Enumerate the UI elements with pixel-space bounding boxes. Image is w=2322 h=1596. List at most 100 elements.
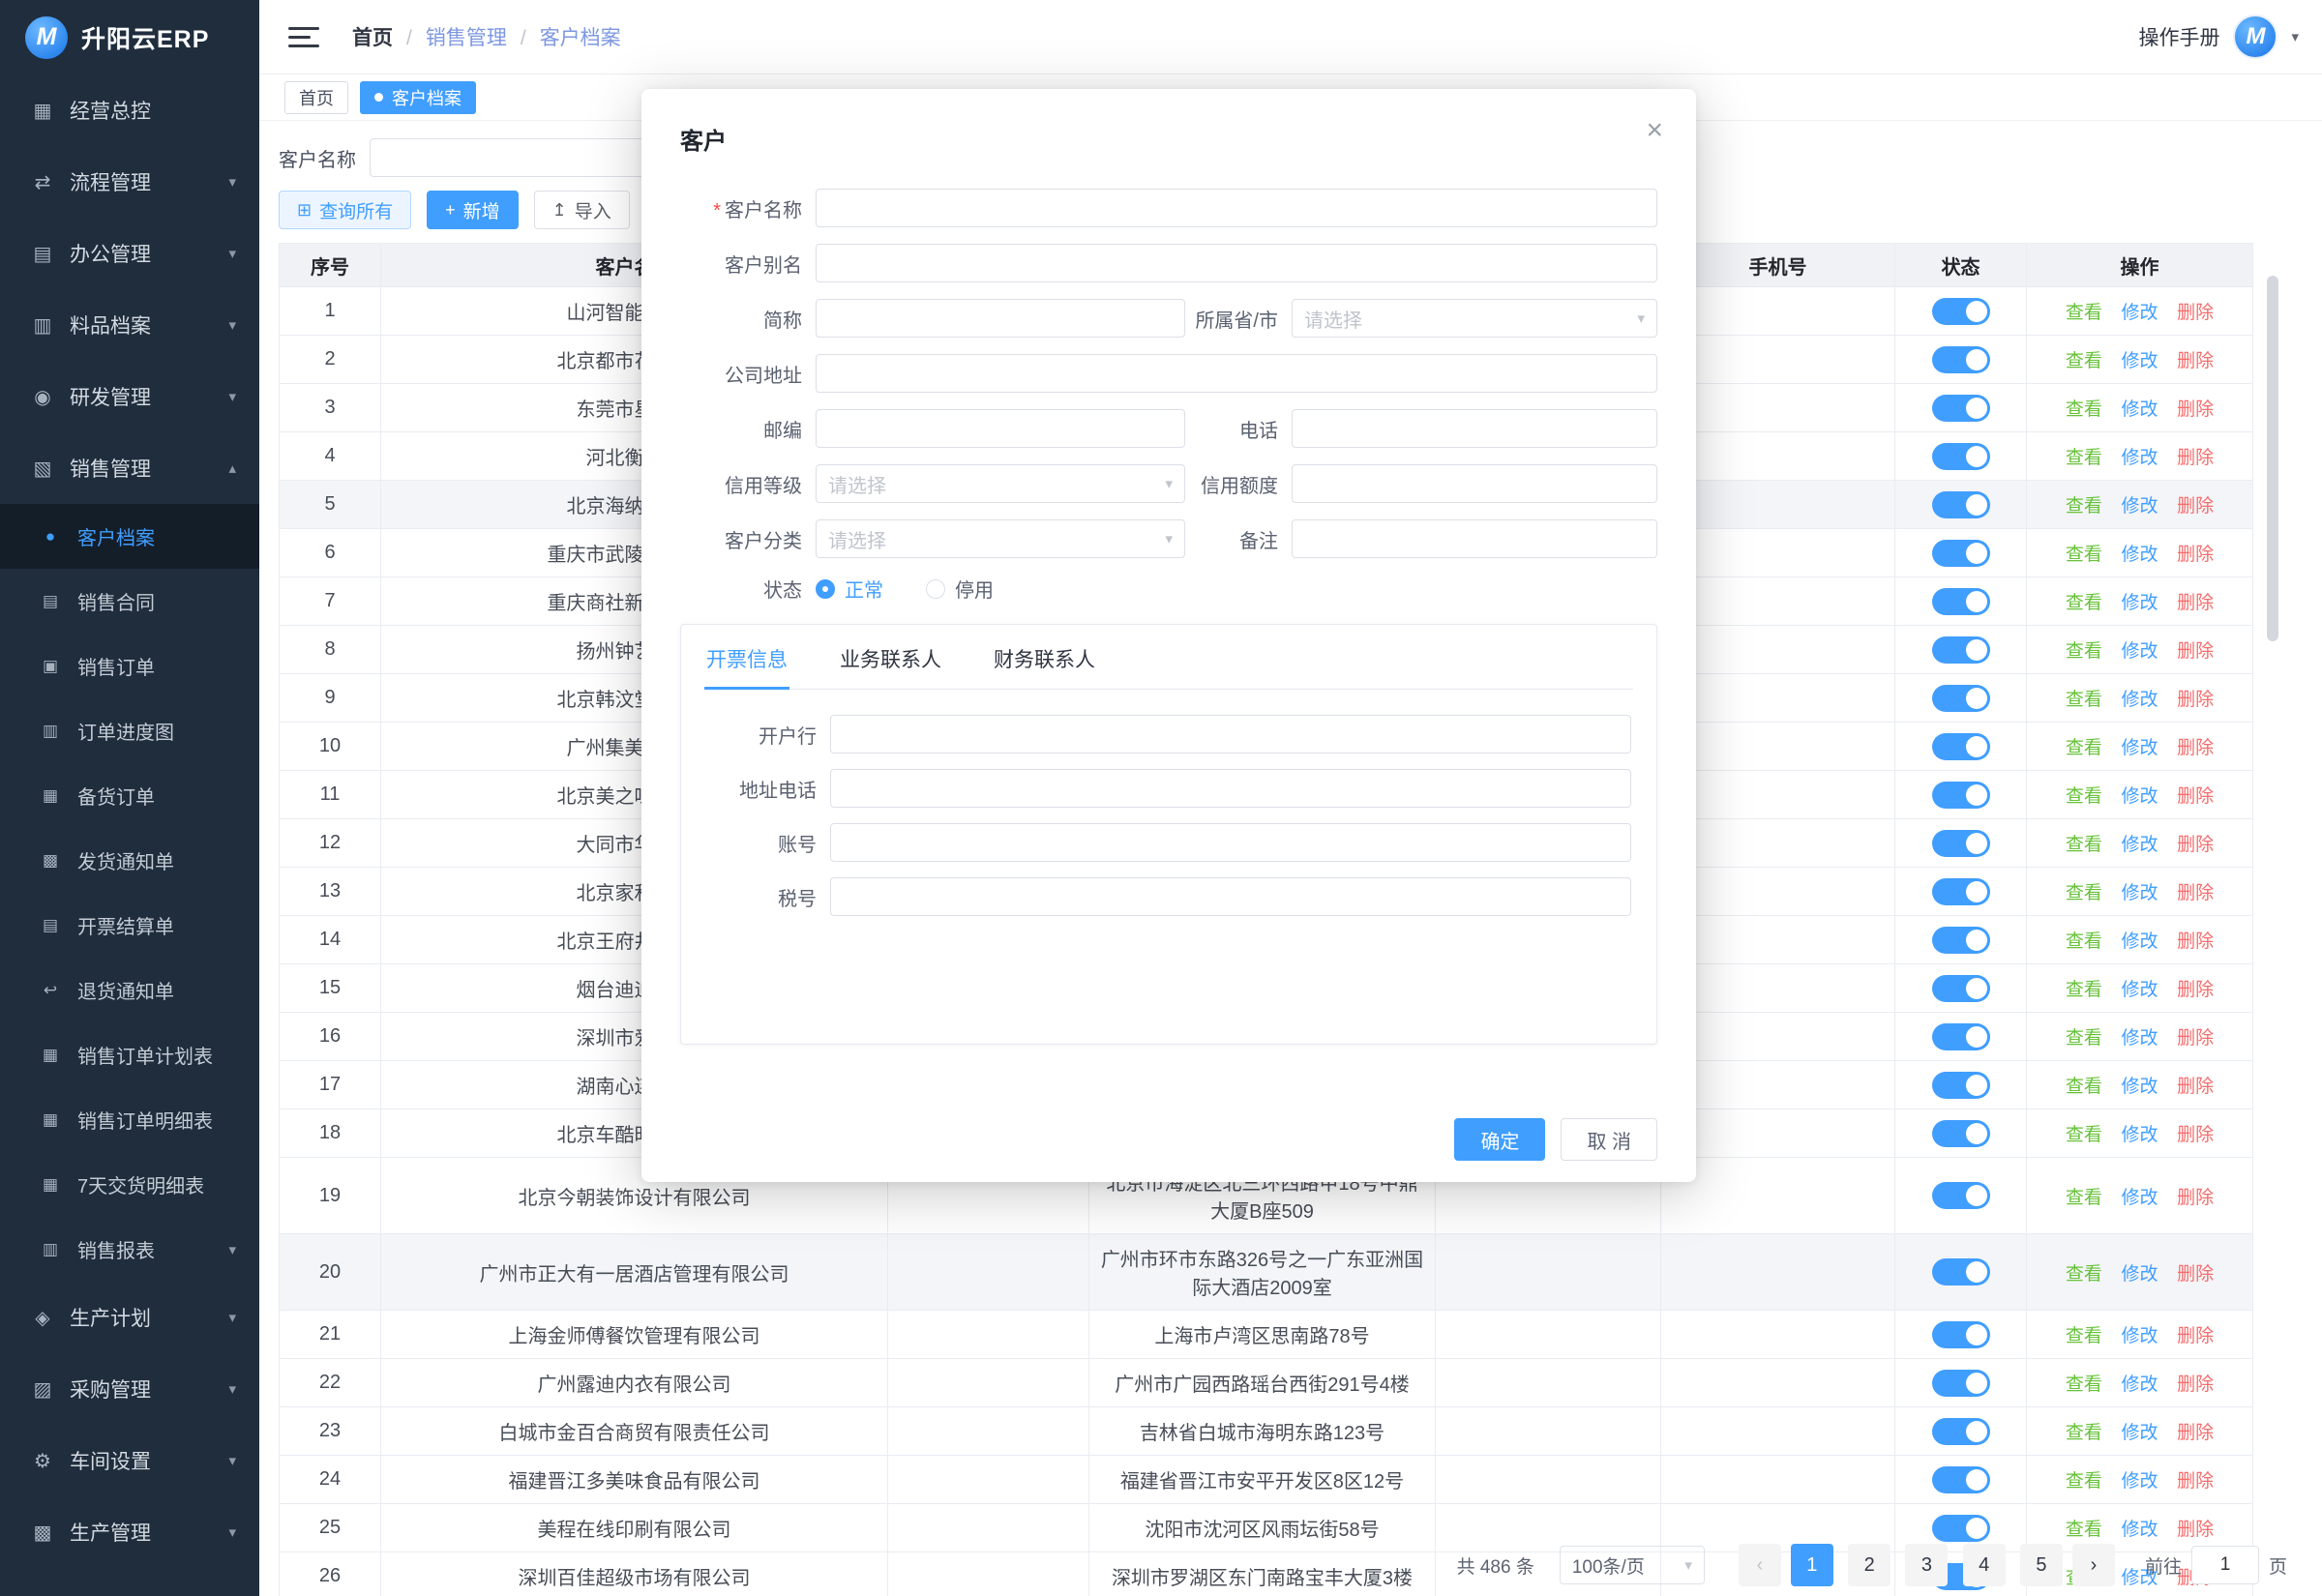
sidebar-item[interactable]: ◈ 生产计划 ▾ — [0, 1282, 259, 1353]
delete-link[interactable]: 删除 — [2177, 1520, 2214, 1540]
status-toggle[interactable] — [1932, 346, 1990, 373]
status-toggle[interactable] — [1932, 588, 1990, 615]
page-number-button[interactable]: 3 — [1905, 1544, 1948, 1586]
status-toggle[interactable] — [1932, 443, 1990, 470]
manual-link[interactable]: 操作手册 — [2138, 22, 2219, 51]
query-all-button[interactable]: ⊞ 查询所有 — [279, 191, 411, 229]
edit-link[interactable]: 修改 — [2121, 980, 2158, 1000]
delete-link[interactable]: 删除 — [2177, 1374, 2214, 1395]
status-toggle[interactable] — [1932, 1370, 1990, 1397]
status-toggle[interactable] — [1932, 830, 1990, 857]
delete-link[interactable]: 删除 — [2177, 1077, 2214, 1097]
view-link[interactable]: 查看 — [2066, 496, 2102, 517]
edit-link[interactable]: 修改 — [2121, 931, 2158, 952]
sidebar-item[interactable]: ▣ 销售订单 — [0, 634, 259, 698]
status-toggle[interactable] — [1932, 975, 1990, 1002]
breadcrumb-item[interactable]: 销售管理 — [393, 22, 507, 51]
view-link[interactable]: 查看 — [2066, 448, 2102, 468]
sidebar-item[interactable]: ▩ 生产管理 ▾ — [0, 1496, 259, 1568]
edit-link[interactable]: 修改 — [2121, 448, 2158, 468]
edit-link[interactable]: 修改 — [2121, 545, 2158, 565]
view-link[interactable]: 查看 — [2066, 1326, 2102, 1346]
page-number-button[interactable]: 5 — [2020, 1544, 2063, 1586]
delete-link[interactable]: 删除 — [2177, 1423, 2214, 1443]
sidebar-item[interactable]: ▤ 销售合同 — [0, 569, 259, 634]
status-toggle[interactable] — [1932, 733, 1990, 760]
edit-link[interactable]: 修改 — [2121, 496, 2158, 517]
sidebar-item[interactable]: ⇄ 流程管理 ▾ — [0, 146, 259, 218]
confirm-button[interactable]: 确定 — [1454, 1118, 1545, 1161]
delete-link[interactable]: 删除 — [2177, 593, 2214, 613]
invoice-field-input[interactable] — [830, 823, 1631, 862]
page-number-button[interactable]: 1 — [1791, 1544, 1833, 1586]
status-toggle[interactable] — [1932, 878, 1990, 905]
delete-link[interactable]: 删除 — [2177, 980, 2214, 1000]
status-toggle[interactable] — [1932, 1072, 1990, 1099]
sidebar-item[interactable]: ▦ — [0, 1568, 259, 1596]
status-toggle[interactable] — [1932, 636, 1990, 664]
delete-link[interactable]: 删除 — [2177, 303, 2214, 323]
view-link[interactable]: 查看 — [2066, 593, 2102, 613]
add-button[interactable]: + 新增 — [427, 191, 519, 229]
goto-page-input[interactable] — [2191, 1546, 2259, 1584]
delete-link[interactable]: 删除 — [2177, 786, 2214, 807]
prev-page-button[interactable]: ‹ — [1739, 1544, 1781, 1586]
table-scrollbar[interactable] — [2267, 276, 2278, 641]
delete-link[interactable]: 删除 — [2177, 883, 2214, 903]
breadcrumb-item[interactable]: 客户档案 — [507, 22, 621, 51]
status-toggle[interactable] — [1932, 1258, 1990, 1286]
edit-link[interactable]: 修改 — [2121, 593, 2158, 613]
sidebar-item[interactable]: ↩ 退货通知单 — [0, 958, 259, 1022]
phone-field[interactable] — [1292, 409, 1657, 448]
view-link[interactable]: 查看 — [2066, 835, 2102, 855]
credit-level-select[interactable]: 请选择 — [816, 464, 1185, 503]
sidebar-item[interactable]: ▥ 订单进度图 — [0, 698, 259, 763]
view-tag[interactable]: 首页 — [284, 81, 348, 114]
edit-link[interactable]: 修改 — [2121, 1374, 2158, 1395]
next-page-button[interactable]: › — [2072, 1544, 2115, 1586]
delete-link[interactable]: 删除 — [2177, 641, 2214, 662]
edit-link[interactable]: 修改 — [2121, 351, 2158, 371]
view-link[interactable]: 查看 — [2066, 1423, 2102, 1443]
delete-link[interactable]: 删除 — [2177, 1326, 2214, 1346]
chevron-down-icon[interactable] — [2291, 28, 2299, 45]
customer-category-select[interactable]: 请选择 — [816, 519, 1185, 558]
delete-link[interactable]: 删除 — [2177, 1028, 2214, 1049]
edit-link[interactable]: 修改 — [2121, 303, 2158, 323]
short-name-field[interactable] — [816, 299, 1185, 338]
view-link[interactable]: 查看 — [2066, 738, 2102, 758]
sidebar-item[interactable]: ▤ 办公管理 ▾ — [0, 218, 259, 289]
collapse-sidebar-icon[interactable] — [288, 27, 319, 47]
dialog-tab[interactable]: 财务联系人 — [992, 625, 1097, 689]
status-toggle[interactable] — [1932, 1321, 1990, 1348]
status-toggle[interactable] — [1932, 1120, 1990, 1147]
zip-field[interactable] — [816, 409, 1185, 448]
breadcrumb-item[interactable]: 首页 — [352, 22, 393, 51]
status-toggle[interactable] — [1932, 540, 1990, 567]
credit-limit-field[interactable] — [1292, 464, 1657, 503]
province-select[interactable]: 请选择 — [1292, 299, 1657, 338]
sidebar-item[interactable]: ▥ 料品档案 ▾ — [0, 289, 259, 361]
invoice-field-input[interactable] — [830, 715, 1631, 754]
view-link[interactable]: 查看 — [2066, 883, 2102, 903]
view-link[interactable]: 查看 — [2066, 545, 2102, 565]
edit-link[interactable]: 修改 — [2121, 835, 2158, 855]
edit-link[interactable]: 修改 — [2121, 1125, 2158, 1145]
page-size-select[interactable]: 100条/页 — [1560, 1546, 1705, 1584]
sidebar-item[interactable]: ▦ 销售订单明细表 — [0, 1087, 259, 1152]
company-address-field[interactable] — [816, 354, 1657, 393]
sidebar-item[interactable]: ▦ 经营总控 — [0, 74, 259, 146]
view-link[interactable]: 查看 — [2066, 1264, 2102, 1285]
status-toggle[interactable] — [1932, 1182, 1990, 1209]
edit-link[interactable]: 修改 — [2121, 1326, 2158, 1346]
view-link[interactable]: 查看 — [2066, 399, 2102, 420]
view-link[interactable]: 查看 — [2066, 351, 2102, 371]
status-radio[interactable]: 正常 — [816, 575, 883, 603]
avatar[interactable]: M — [2233, 15, 2277, 59]
cancel-button[interactable]: 取 消 — [1561, 1118, 1657, 1161]
status-toggle[interactable] — [1932, 1418, 1990, 1445]
status-toggle[interactable] — [1932, 782, 1990, 809]
view-link[interactable]: 查看 — [2066, 1125, 2102, 1145]
delete-link[interactable]: 删除 — [2177, 1471, 2214, 1492]
edit-link[interactable]: 修改 — [2121, 786, 2158, 807]
